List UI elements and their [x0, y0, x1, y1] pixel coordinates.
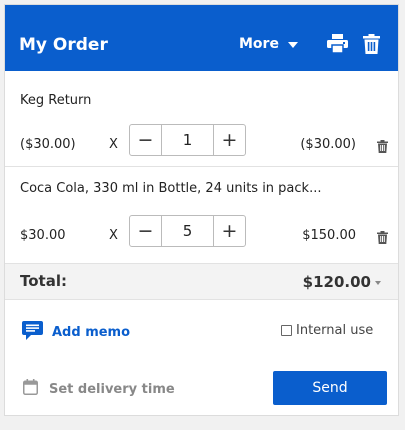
quantity-input[interactable] [162, 125, 213, 155]
total-label: Total: [20, 272, 67, 290]
item-line-total: $150.00 [302, 228, 356, 243]
calendar-icon [23, 379, 38, 399]
total-expand-caret-icon[interactable] [375, 281, 381, 285]
quantity-stepper: − + [129, 124, 246, 156]
remove-item-trash-icon[interactable] [377, 229, 388, 248]
order-line-item: Keg Return ($30.00) X − + ($30.00) [5, 71, 398, 167]
trash-icon[interactable] [363, 34, 380, 58]
item-multiplier: X [109, 228, 118, 243]
print-icon[interactable] [327, 34, 348, 57]
increase-quantity-button[interactable]: + [213, 125, 245, 155]
memo-icon [22, 321, 43, 344]
item-name: Keg Return [20, 93, 92, 108]
add-memo-button[interactable]: Add memo [22, 321, 130, 344]
set-delivery-time-button[interactable]: Set delivery time [23, 379, 175, 399]
more-label: More [239, 36, 279, 52]
item-unit-price: $30.00 [20, 228, 66, 243]
order-line-item: Coca Cola, 330 ml in Bottle, 24 units in… [5, 167, 398, 264]
order-total-row: Total: $120.00 [5, 264, 398, 300]
order-title: My Order [19, 35, 108, 55]
order-header: My Order More [5, 5, 398, 71]
internal-use-label: Internal use [296, 323, 374, 338]
item-multiplier: X [109, 137, 118, 152]
remove-item-trash-icon[interactable] [377, 138, 388, 157]
internal-use-checkbox[interactable] [281, 325, 292, 336]
decrease-quantity-button[interactable]: − [130, 125, 162, 155]
set-delivery-time-label: Set delivery time [49, 381, 175, 397]
decrease-quantity-button[interactable]: − [130, 216, 162, 246]
item-unit-price: ($30.00) [20, 137, 76, 152]
send-button[interactable]: Send [273, 371, 387, 405]
chevron-down-icon [287, 42, 298, 48]
quantity-input[interactable] [162, 216, 213, 246]
increase-quantity-button[interactable]: + [213, 216, 245, 246]
total-amount: $120.00 [302, 273, 371, 291]
more-menu-button[interactable]: More [239, 36, 298, 52]
item-line-total: ($30.00) [300, 137, 356, 152]
internal-use-toggle[interactable]: Internal use [281, 323, 373, 338]
add-memo-label: Add memo [52, 325, 131, 340]
item-name: Coca Cola, 330 ml in Bottle, 24 units in… [20, 181, 322, 196]
order-panel: My Order More Keg Return ($30.00) X − 1 … [4, 4, 399, 416]
quantity-stepper: − + [129, 215, 246, 247]
